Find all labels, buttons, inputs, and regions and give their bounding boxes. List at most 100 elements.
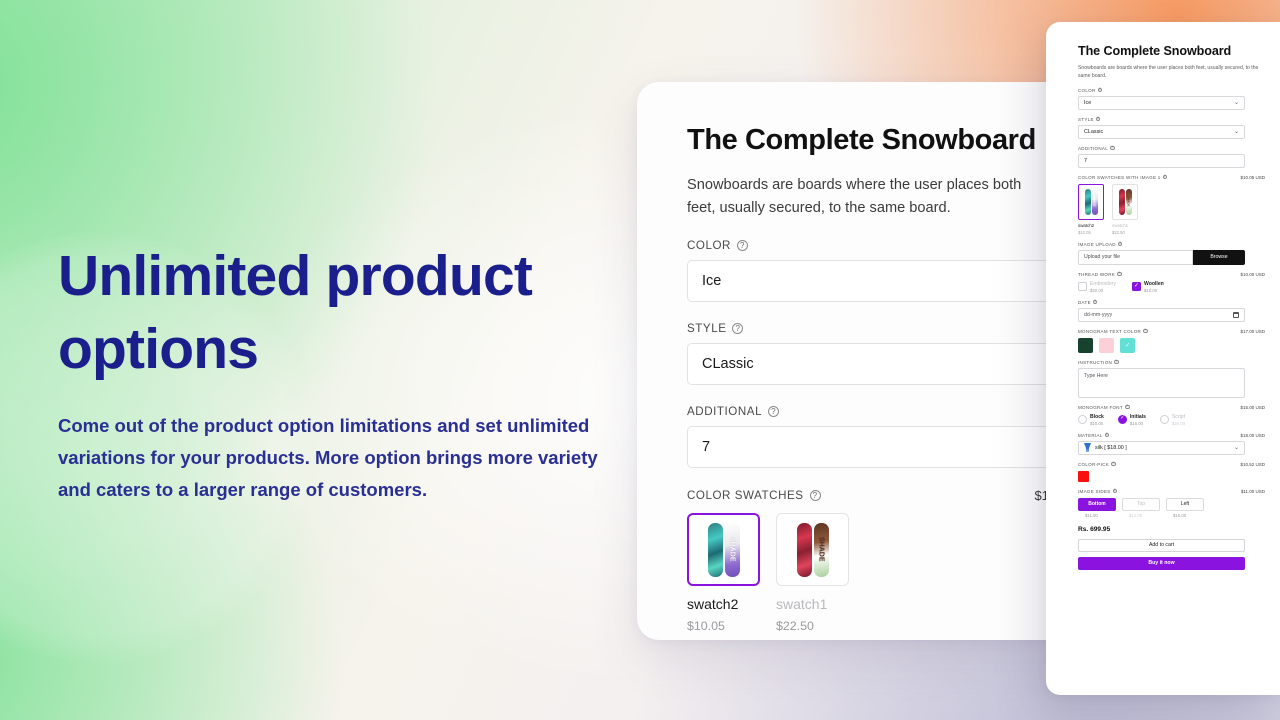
fabric-icon [1084,443,1091,452]
color-chip-cyan-selected[interactable]: ✓ [1120,337,1135,353]
help-icon[interactable]: ? [1111,461,1116,467]
help-icon[interactable]: ? [1110,145,1115,151]
radio-block-labels: Block $10.00 [1090,414,1104,426]
panel-swatch-thumb-selected[interactable]: SHADE [1078,183,1104,220]
radio-selected-icon[interactable]: ✓ [1117,414,1127,424]
instruction-placeholder: Type Here [1084,372,1108,379]
help-icon[interactable]: ? [1104,432,1110,438]
checkbox-woollen[interactable]: ✓ Woollen $10.00 [1132,281,1164,293]
help-icon[interactable]: ? [1162,174,1168,180]
help-icon[interactable]: ? [809,490,821,502]
help-icon[interactable]: ? [1095,116,1101,122]
radio-script-label: Script [1172,413,1186,420]
panel-field-monogram-text-color: MONOGRAM TEXT COLOR ? $17.00 USD ✓ [1078,329,1265,353]
buy-it-now-button[interactable]: Buy it now [1078,556,1245,570]
help-icon[interactable]: ? [1114,359,1119,365]
radio-icon[interactable] [1160,414,1170,424]
field-group-additional: ADDITIONAL ? 7 [687,405,1067,469]
field-group-color-swatches: COLOR SWATCHES ? $10.0 SHADE sw [687,488,1067,633]
field-group-color: COLOR ? Ice [687,239,1067,303]
panel-label-monogram-color: MONOGRAM TEXT COLOR ? [1078,329,1148,334]
panel-label-image-upload-text: IMAGE UPLOAD [1078,241,1116,247]
page-background: Unlimited product options Come out of th… [0,0,1280,720]
panel-swatch-name: swatch2 [1078,222,1095,228]
panel-monogram-font-price: $15.00 USD [1240,404,1265,410]
swatch-option[interactable]: SHADE swatch2 $10.05 [687,513,760,633]
monogram-color-chips: ✓ [1078,337,1265,353]
panel-label-style-text: STYLE [1078,116,1094,122]
snowboard-left-half [1118,188,1125,215]
panel-label-thread-work: THREAD WORK ? [1078,272,1122,277]
additional-input[interactable]: 7 [687,426,1067,469]
panel-label-style: STYLE ? [1078,116,1101,122]
panel-label-monogram-color-text: MONOGRAM TEXT COLOR [1078,328,1142,334]
add-to-cart-button[interactable]: Add to cart [1078,538,1245,552]
color-input[interactable]: Ice [687,260,1067,303]
panel-label-color: COLOR ? [1078,87,1103,93]
radio-script-labels: Script $20.00 [1172,414,1185,426]
help-icon[interactable]: ? [1112,488,1118,494]
panel-swatch-thumb[interactable]: SHADE [1112,183,1138,220]
panel-label-row-instruction: INSTRUCTION ? [1078,360,1265,365]
image-side-bottom-button[interactable]: Bottom [1078,497,1116,511]
panel-field-image-upload: IMAGE UPLOAD ? Upload your file Browse [1078,242,1265,265]
snowboard-right-half: SHADE [1125,188,1132,215]
label-color-swatches: COLOR SWATCHES ? [687,489,821,502]
help-icon[interactable]: ? [1124,404,1130,410]
label-color-swatches-text: COLOR SWATCHES [687,489,804,503]
panel-style-select[interactable]: CLassic ⌄ [1078,124,1245,139]
help-icon[interactable]: ? [1117,241,1123,247]
help-icon[interactable]: ? [768,406,780,418]
help-icon[interactable]: ? [1143,328,1148,334]
checkbox-embroidery[interactable]: Embroidery $20.00 [1078,281,1116,293]
image-side-left-button[interactable]: Left [1166,497,1204,511]
panel-swatch-option[interactable]: SHADE swatch1 $22.50 [1112,183,1138,235]
color-pick-swatch[interactable] [1078,470,1089,482]
panel-product-description: Snowboards are boards where the user pla… [1078,65,1259,80]
color-chip-pink[interactable] [1099,337,1114,353]
panel-field-instruction: INSTRUCTION ? Type Here [1078,360,1265,398]
radio-icon[interactable] [1078,414,1087,424]
radio-script[interactable]: Script $20.00 [1160,414,1185,426]
panel-swatch-option[interactable]: SHADE swatch2 $10.05 [1078,183,1104,235]
image-side-top-button[interactable]: Top [1122,497,1160,511]
radio-initials[interactable]: ✓ Initials $15.00 [1117,414,1146,426]
swatch-option[interactable]: SHADE swatch1 $22.50 [776,513,849,633]
help-icon[interactable]: ? [736,240,748,252]
checkbox-woollen-labels: Woollen $10.00 [1144,281,1164,293]
radio-block[interactable]: Block $10.00 [1078,414,1104,426]
style-input[interactable]: CLassic [687,343,1067,386]
file-upload-input[interactable]: Upload your file [1078,249,1193,265]
panel-label-row-date: DATE ? [1078,300,1265,305]
material-select[interactable]: silk [ $18.00 ] ⌄ [1078,440,1245,455]
radio-script-price: $20.00 [1172,420,1186,426]
date-input[interactable]: dd-mm-yyyy [1078,307,1245,322]
panel-monogram-color-price: $17.00 USD [1240,328,1265,334]
product-title: The Complete Snowboard [687,124,1036,156]
panel-additional-input[interactable]: 7 [1078,153,1245,168]
panel-color-pick-price: $10.52 USD [1240,461,1265,467]
swatch-thumb[interactable]: SHADE [776,513,849,587]
total-price: Rs. 699.95 [1078,525,1111,533]
file-upload-row: Upload your file Browse [1078,249,1245,265]
label-style-text: STYLE [687,322,727,336]
panel-image-sides-price: $11.00 USD [1240,488,1265,494]
checkbox-checked-icon[interactable]: ✓ [1132,281,1142,291]
swatch-price: $10.05 [687,619,725,634]
color-chip-dark-green[interactable] [1078,337,1093,353]
product-preview-card: The Complete Snowboard Snowboards are bo… [637,82,1067,640]
help-icon[interactable]: ? [732,323,744,335]
checkbox-icon[interactable] [1078,281,1087,291]
panel-label-additional: ADDITIONAL ? [1078,146,1115,151]
help-icon[interactable]: ? [1117,271,1122,277]
image-side-left-price: $15.00 [1173,512,1187,518]
help-icon[interactable]: ? [1097,87,1103,93]
instruction-textarea[interactable]: Type Here [1078,367,1245,398]
swatch-thumb-selected[interactable]: SHADE [687,513,760,587]
snowboard-brand-text: SHADE [1092,196,1097,207]
chevron-down-icon: ⌄ [1233,99,1239,106]
help-icon[interactable]: ? [1092,299,1098,305]
calendar-icon[interactable] [1233,311,1239,318]
panel-color-select[interactable]: Ice ⌄ [1078,95,1245,110]
browse-button[interactable]: Browse [1193,249,1245,265]
